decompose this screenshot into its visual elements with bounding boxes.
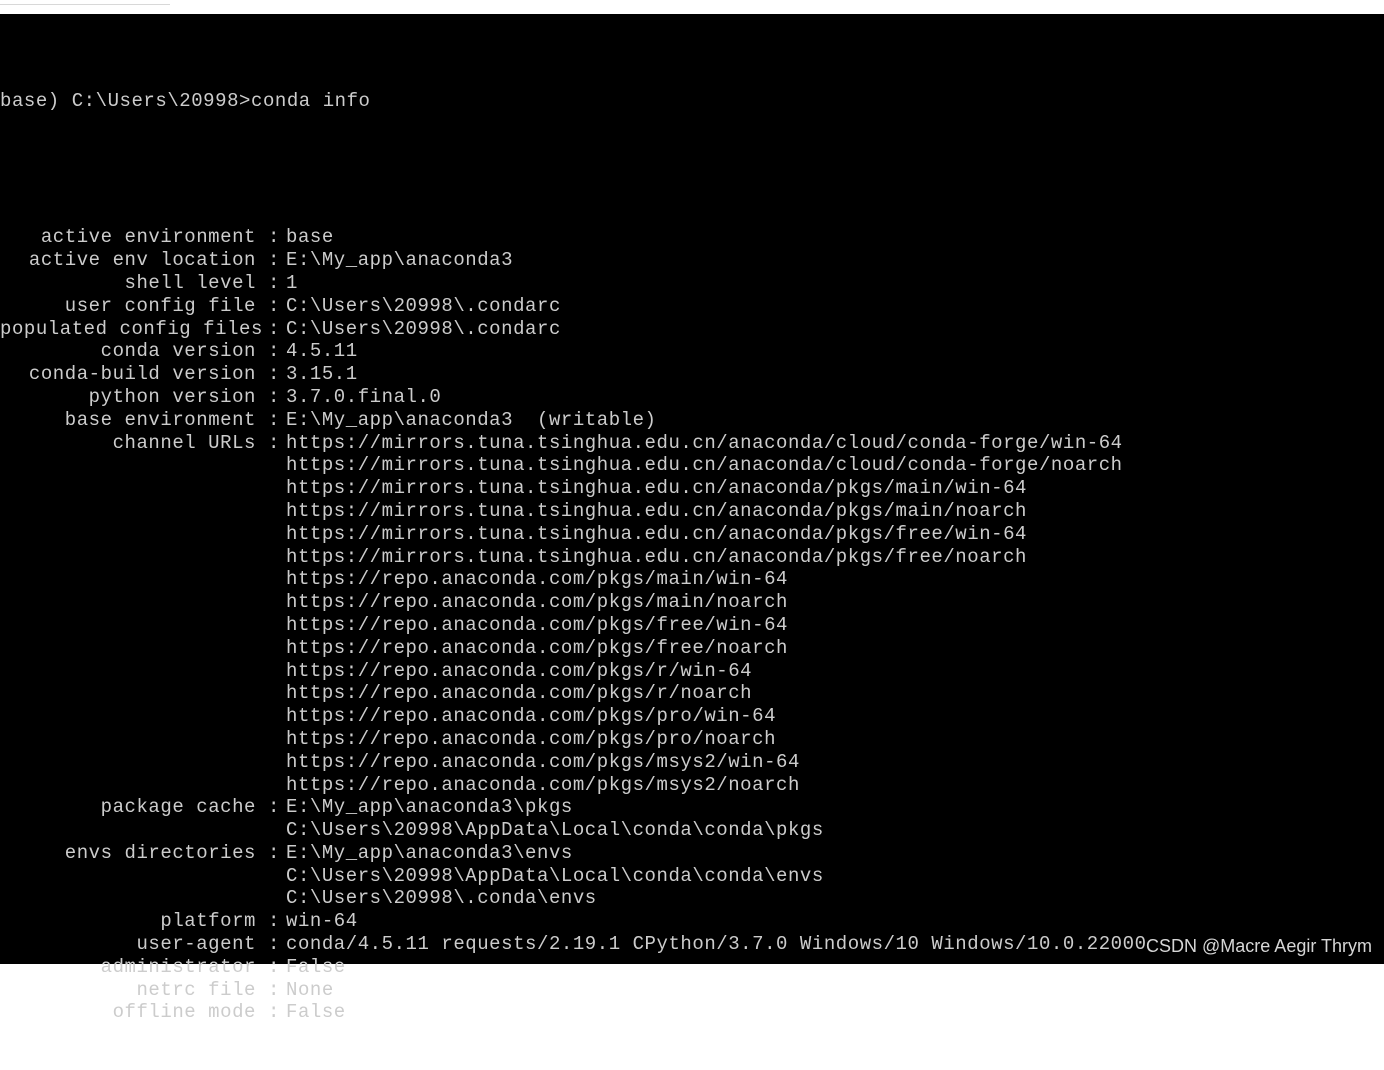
info-key: python version	[0, 386, 256, 409]
info-value: False	[286, 1001, 1384, 1024]
info-value: 4.5.11	[286, 340, 1384, 363]
info-row: package cache : E:\My_app\anaconda3\pkgs	[0, 796, 1384, 819]
watermark-text: CSDN @Macre Aegir Thrym	[1146, 935, 1372, 958]
info-separator: :	[256, 272, 286, 295]
info-value-continuation: https://repo.anaconda.com/pkgs/pro/noarc…	[0, 728, 1384, 751]
info-key: platform	[0, 910, 256, 933]
info-value-continuation: https://mirrors.tuna.tsinghua.edu.cn/ana…	[0, 546, 1384, 569]
info-value: win-64	[286, 910, 1384, 933]
info-separator: :	[256, 796, 286, 819]
info-value: E:\My_app\anaconda3	[286, 249, 1384, 272]
info-key: envs directories	[0, 842, 256, 865]
info-value-continuation: C:\Users\20998\AppData\Local\conda\conda…	[0, 865, 1384, 888]
info-row: shell level : 1	[0, 272, 1384, 295]
info-row: offline mode : False	[0, 1001, 1384, 1024]
info-value: base	[286, 226, 1384, 249]
terminal-output[interactable]: base) C:\Users\20998>conda info active e…	[0, 14, 1384, 964]
info-value: C:\Users\20998\.condarc	[286, 318, 1384, 341]
info-value-continuation: C:\Users\20998\AppData\Local\conda\conda…	[0, 819, 1384, 842]
info-value-continuation: https://mirrors.tuna.tsinghua.edu.cn/ana…	[0, 523, 1384, 546]
info-row: user config file : C:\Users\20998\.conda…	[0, 295, 1384, 318]
blank-line	[0, 158, 1384, 181]
conda-info-block: active environment : baseactive env loca…	[0, 226, 1384, 1024]
info-value: None	[286, 979, 1384, 1002]
info-value-continuation: https://repo.anaconda.com/pkgs/free/win-…	[0, 614, 1384, 637]
info-row: active environment : base	[0, 226, 1384, 249]
info-key: conda-build version	[0, 363, 256, 386]
info-value-continuation: https://repo.anaconda.com/pkgs/r/win-64	[0, 660, 1384, 683]
info-value: https://mirrors.tuna.tsinghua.edu.cn/ana…	[286, 432, 1384, 455]
info-value-continuation: https://repo.anaconda.com/pkgs/free/noar…	[0, 637, 1384, 660]
info-key: administrator	[0, 956, 256, 979]
info-row: envs directories : E:\My_app\anaconda3\e…	[0, 842, 1384, 865]
info-key: channel URLs	[0, 432, 256, 455]
info-separator: :	[256, 979, 286, 1002]
info-key: package cache	[0, 796, 256, 819]
info-key: netrc file	[0, 979, 256, 1002]
info-value: C:\Users\20998\.condarc	[286, 295, 1384, 318]
window-top-strip	[0, 0, 1384, 14]
info-separator: :	[256, 226, 286, 249]
info-row: base environment : E:\My_app\anaconda3 (…	[0, 409, 1384, 432]
info-value-continuation: https://repo.anaconda.com/pkgs/main/win-…	[0, 568, 1384, 591]
info-key: active environment	[0, 226, 256, 249]
info-row: populated config files : C:\Users\20998\…	[0, 318, 1384, 341]
info-separator: :	[256, 318, 286, 341]
info-value-continuation: https://mirrors.tuna.tsinghua.edu.cn/ana…	[0, 500, 1384, 523]
info-key: shell level	[0, 272, 256, 295]
info-separator: :	[256, 249, 286, 272]
info-value: False	[286, 956, 1384, 979]
info-value: 1	[286, 272, 1384, 295]
info-row: platform : win-64	[0, 910, 1384, 933]
info-value: E:\My_app\anaconda3 (writable)	[286, 409, 1384, 432]
info-key: base environment	[0, 409, 256, 432]
info-separator: :	[256, 956, 286, 979]
info-separator: :	[256, 910, 286, 933]
info-value-continuation: https://mirrors.tuna.tsinghua.edu.cn/ana…	[0, 454, 1384, 477]
info-separator: :	[256, 432, 286, 455]
info-row: python version : 3.7.0.final.0	[0, 386, 1384, 409]
info-key: offline mode	[0, 1001, 256, 1024]
info-value: 3.15.1	[286, 363, 1384, 386]
info-key: user config file	[0, 295, 256, 318]
divider	[0, 4, 170, 5]
info-value-continuation: https://repo.anaconda.com/pkgs/main/noar…	[0, 591, 1384, 614]
info-key: conda version	[0, 340, 256, 363]
info-key: populated config files	[0, 318, 256, 341]
info-value: E:\My_app\anaconda3\envs	[286, 842, 1384, 865]
info-row: conda-build version : 3.15.1	[0, 363, 1384, 386]
info-row: administrator : False	[0, 956, 1384, 979]
info-value-continuation: C:\Users\20998\.conda\envs	[0, 887, 1384, 910]
info-value-continuation: https://repo.anaconda.com/pkgs/pro/win-6…	[0, 705, 1384, 728]
info-separator: :	[256, 1001, 286, 1024]
info-value: E:\My_app\anaconda3\pkgs	[286, 796, 1384, 819]
info-separator: :	[256, 340, 286, 363]
prompt-line: base) C:\Users\20998>conda info	[0, 90, 1384, 113]
info-value-continuation: https://mirrors.tuna.tsinghua.edu.cn/ana…	[0, 477, 1384, 500]
info-separator: :	[256, 363, 286, 386]
info-key: user-agent	[0, 933, 256, 956]
info-row: active env location : E:\My_app\anaconda…	[0, 249, 1384, 272]
info-separator: :	[256, 933, 286, 956]
info-separator: :	[256, 409, 286, 432]
info-separator: :	[256, 295, 286, 318]
info-row: netrc file : None	[0, 979, 1384, 1002]
info-separator: :	[256, 386, 286, 409]
info-value-continuation: https://repo.anaconda.com/pkgs/msys2/noa…	[0, 774, 1384, 797]
info-value: 3.7.0.final.0	[286, 386, 1384, 409]
info-separator: :	[256, 842, 286, 865]
info-row: channel URLs : https://mirrors.tuna.tsin…	[0, 432, 1384, 455]
info-row: conda version : 4.5.11	[0, 340, 1384, 363]
info-value-continuation: https://repo.anaconda.com/pkgs/r/noarch	[0, 682, 1384, 705]
info-key: active env location	[0, 249, 256, 272]
info-value-continuation: https://repo.anaconda.com/pkgs/msys2/win…	[0, 751, 1384, 774]
